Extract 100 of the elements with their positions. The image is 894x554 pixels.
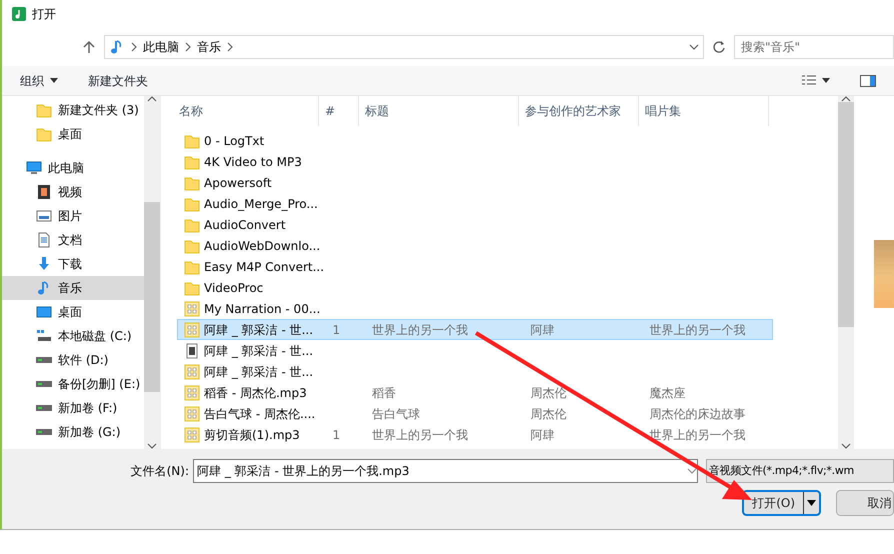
scroll-down-icon — [147, 443, 157, 449]
music-file-icon — [184, 384, 200, 400]
drive-icon — [36, 429, 52, 435]
file-name: 0 - LogTxt — [204, 132, 264, 150]
folder-icon — [184, 196, 200, 212]
file-name: AudioWebDownlo... — [204, 238, 320, 254]
file-row[interactable]: 阿肆 _ 郭采洁 - 世... — [177, 361, 773, 382]
file-row[interactable]: 阿肆 _ 郭采洁 - 世... — [177, 340, 773, 361]
sidebar-item[interactable]: 备份[勿删] (E:) — [2, 372, 144, 396]
scrollbar[interactable] — [838, 96, 854, 449]
file-name: Easy M4P Convert... — [204, 258, 324, 276]
file-name: Apowersoft — [204, 174, 272, 192]
table-cell: 周杰伦的床边故事 — [649, 406, 746, 420]
file-row[interactable]: Audio_Merge_Pro... — [177, 193, 773, 214]
folder-icon — [184, 174, 200, 190]
filename-field[interactable]: 阿肆 _ 郭采洁 - 世界上的另一个我.mp3 — [193, 459, 698, 483]
breadcrumb-item[interactable]: 音乐 — [197, 38, 221, 56]
table-cell: 1 — [332, 322, 340, 336]
file-name: VideoProc — [204, 280, 264, 296]
file-row[interactable]: 阿肆 _ 郭采洁 - 世... 1 世界上的另一个我 阿肆 世界上的另一个我 — [177, 319, 773, 340]
table-cell: 1 — [332, 428, 340, 442]
desktop-icon — [36, 304, 52, 320]
table-cell: 魔杰座 — [649, 386, 686, 400]
open-button[interactable]: 打开(O) — [742, 490, 822, 516]
drive-icon — [36, 357, 52, 363]
sidebar-item[interactable]: 视频 — [2, 180, 144, 204]
video-file-icon — [184, 342, 200, 358]
file-name: My Narration - 00... — [204, 300, 320, 318]
sidebar-item[interactable]: 新加卷 (F:) — [2, 396, 144, 420]
file-row[interactable]: 4K Video to MP3 — [177, 151, 773, 172]
sidebar-item[interactable]: 文档 — [2, 228, 144, 252]
picture-icon — [36, 208, 52, 224]
file-name: 4K Video to MP3 — [204, 154, 302, 170]
table-cell: 告白气球 — [372, 406, 420, 420]
photo-placeholder — [874, 240, 894, 308]
table-cell: 周杰伦 — [530, 406, 566, 420]
window-title: 打开 — [32, 6, 56, 23]
sidebar-item[interactable]: 此电脑 — [2, 156, 144, 180]
scrollbar[interactable] — [144, 96, 160, 449]
file-row[interactable]: AudioWebDownlo... — [177, 235, 773, 256]
sidebar-item[interactable]: 新建文件夹 (3) — [2, 98, 144, 122]
preview-pane-button[interactable] — [860, 74, 876, 86]
sidebar-item[interactable]: 软件 (D:) — [2, 348, 144, 372]
new-folder-button[interactable]: 新建文件夹 — [88, 72, 148, 90]
file-name: Audio_Merge_Pro... — [204, 196, 318, 212]
column-header[interactable]: # — [319, 96, 359, 126]
sidebar-item[interactable]: 图片 — [2, 204, 144, 228]
sidebar-item[interactable]: 桌面 — [2, 122, 144, 146]
music-file-icon — [184, 364, 200, 380]
column-header[interactable]: 唱片集 — [639, 96, 769, 126]
file-name: 剪切音频(1).mp3 — [204, 426, 300, 444]
file-row[interactable]: My Narration - 00... — [177, 298, 773, 319]
breadcrumb-item[interactable]: 此电脑 — [143, 38, 179, 56]
sidebar-item[interactable]: 桌面 — [2, 300, 144, 324]
folder-icon — [36, 102, 52, 118]
cancel-button[interactable]: 取消 — [836, 490, 894, 516]
dropdown-icon — [687, 468, 697, 474]
column-header[interactable]: 参与创作的艺术家 — [519, 96, 639, 126]
file-row[interactable]: Apowersoft — [177, 172, 773, 193]
search-field[interactable]: 搜索"音乐" — [734, 35, 894, 59]
file-name: 阿肆 _ 郭采洁 - 世... — [204, 322, 314, 338]
view-button[interactable] — [802, 74, 830, 86]
drive-icon — [36, 381, 52, 387]
sidebar-item[interactable]: 本地磁盘 (C:) — [2, 324, 144, 348]
sidebar-item[interactable]: 新加卷 (G:) — [2, 420, 144, 444]
folder-icon — [184, 258, 200, 274]
file-row[interactable]: AudioConvert — [177, 214, 773, 235]
table-cell: 周杰伦 — [530, 386, 566, 400]
address-bar[interactable]: 此电脑 音乐 — [104, 35, 704, 59]
chevron-icon — [227, 42, 233, 52]
music-file-icon — [184, 300, 200, 316]
folder-icon — [184, 280, 200, 296]
table-cell: 稻香 — [372, 386, 396, 400]
document-icon — [36, 232, 52, 248]
refresh-button[interactable] — [712, 40, 726, 54]
scroll-up-icon — [147, 96, 157, 102]
sidebar-item[interactable]: 下载 — [2, 252, 144, 276]
dropdown-icon — [689, 44, 699, 50]
down-arrow-icon — [36, 256, 52, 272]
file-row[interactable]: 告白气球 - 周杰伦.... 告白气球 周杰伦 周杰伦的床边故事 — [177, 403, 773, 424]
file-row[interactable]: 稻香 - 周杰伦.mp3 稻香 周杰伦 魔杰座 — [177, 382, 773, 403]
file-row[interactable]: Easy M4P Convert... — [177, 256, 773, 277]
file-name: AudioConvert — [204, 216, 286, 234]
folder-icon — [184, 132, 200, 148]
file-row[interactable]: 0 - LogTxt — [177, 130, 773, 151]
column-header[interactable]: 标题 — [359, 96, 519, 126]
table-cell: 世界上的另一个我 — [649, 322, 746, 336]
folder-icon — [36, 126, 52, 142]
up-button[interactable] — [82, 40, 96, 54]
sidebar-item[interactable]: 音乐 — [2, 276, 144, 300]
pane-icon — [860, 74, 876, 86]
drive-icon — [36, 405, 52, 411]
file-row[interactable]: VideoProc — [177, 277, 773, 298]
app-icon — [12, 7, 26, 21]
table-cell: 阿肆 — [530, 428, 554, 442]
scroll-down-icon — [841, 443, 851, 449]
organize-button[interactable]: 组织 — [20, 72, 58, 90]
column-header[interactable]: 名称 — [173, 96, 319, 126]
film-icon — [36, 184, 52, 200]
folder-icon — [184, 238, 200, 254]
